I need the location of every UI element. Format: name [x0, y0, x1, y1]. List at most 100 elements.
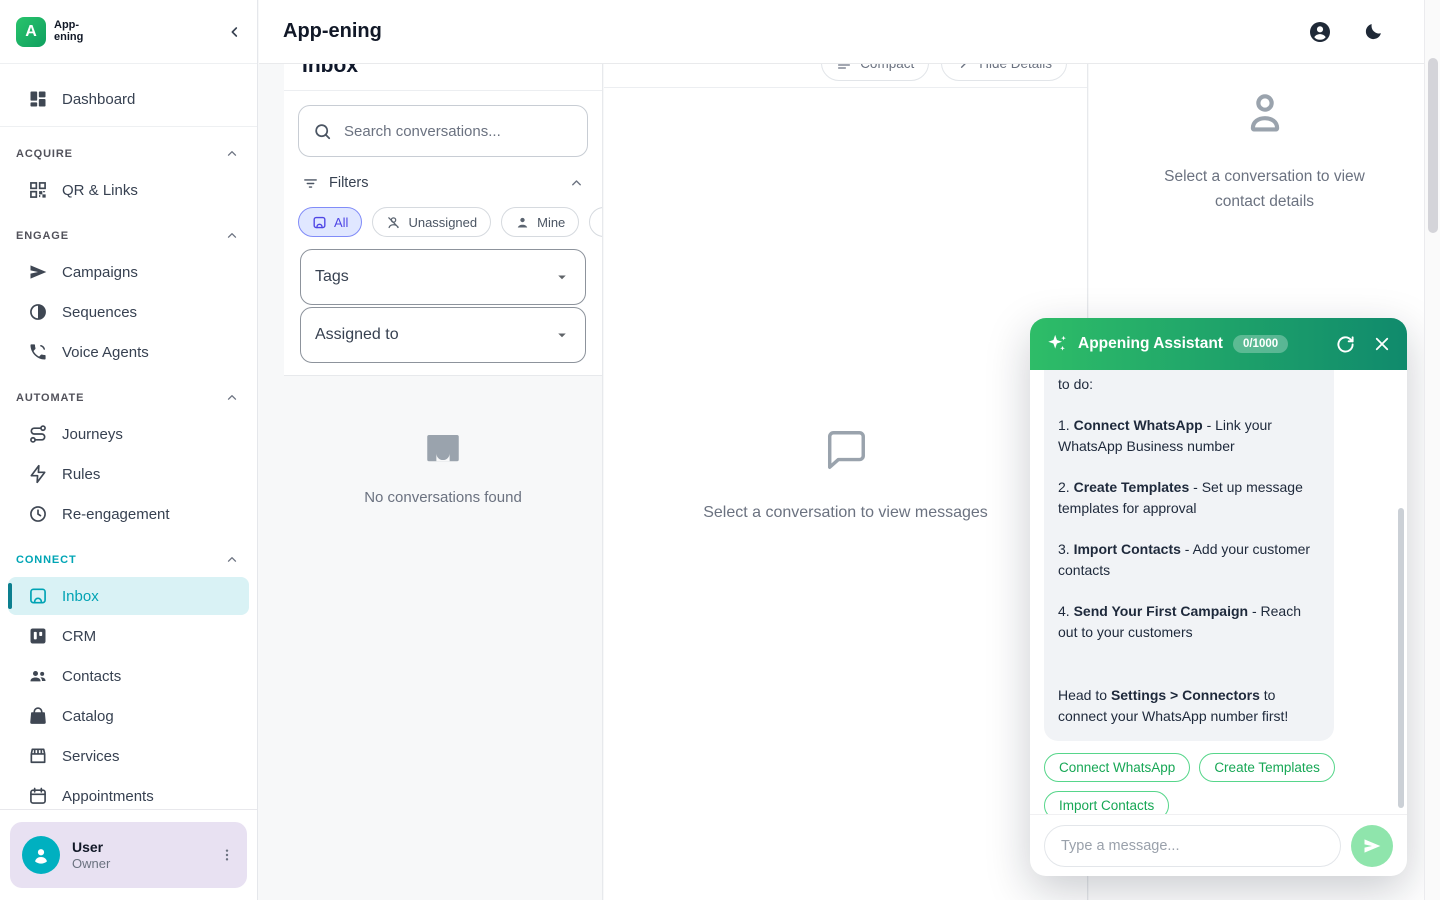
conversations-empty-text: No conversations found	[364, 489, 522, 506]
contact-person-icon	[1240, 88, 1290, 143]
messages-toolbar: Compact Hide Details	[604, 64, 1087, 81]
shopping-bag-icon	[28, 706, 48, 726]
topbar: App-ening	[259, 0, 1440, 64]
compact-button[interactable]: Compact	[821, 64, 929, 81]
messages-empty-state: Select a conversation to view messages	[604, 88, 1087, 900]
chevron-up-icon	[225, 553, 239, 567]
send-message-button[interactable]	[1351, 825, 1393, 867]
assistant-char-counter: 0/1000	[1233, 335, 1288, 353]
dark-mode-toggle[interactable]	[1362, 21, 1384, 43]
sidebar-section-connect[interactable]: CONNECT	[0, 545, 257, 575]
app-wordmark: App- ening	[54, 20, 83, 43]
sidebar-item-crm[interactable]: CRM	[0, 617, 257, 655]
app-screen: A App- ening Dashboard ACQUIRE QR & Link…	[0, 0, 1440, 900]
route-icon	[28, 424, 48, 444]
messages-empty-text: Select a conversation to view messages	[703, 504, 988, 522]
assistant-input-bar	[1030, 814, 1407, 876]
conversations-empty-state: No conversations found	[284, 376, 602, 900]
send-icon	[28, 262, 48, 282]
account-button[interactable]	[1308, 20, 1332, 44]
chat-bubble-icon	[823, 427, 869, 478]
sidebar-item-rules[interactable]: Rules	[0, 455, 257, 493]
filter-chips-row: All Unassigned Mine Unread	[284, 207, 602, 237]
sidebar-item-qr-links[interactable]: QR & Links	[0, 171, 257, 209]
user-card[interactable]: User Owner	[10, 822, 247, 888]
inbox-icon	[28, 586, 48, 606]
dashboard-icon	[28, 89, 48, 109]
tags-select[interactable]: Tags	[300, 249, 586, 305]
sidebar-item-label: Journeys	[62, 426, 123, 443]
sidebar-item-services[interactable]: Services	[0, 737, 257, 775]
hide-details-button[interactable]: Hide Details	[941, 64, 1067, 81]
action-create-templates[interactable]: Create Templates	[1199, 753, 1335, 782]
refresh-button[interactable]	[1336, 335, 1355, 354]
filter-chip-mine[interactable]: Mine	[501, 207, 579, 237]
sidebar-item-appointments[interactable]: Appointments	[0, 777, 257, 809]
sidebar-section-engage[interactable]: ENGAGE	[0, 221, 257, 251]
sidebar-item-journeys[interactable]: Journeys	[0, 415, 257, 453]
filter-icon	[302, 175, 319, 192]
storefront-icon	[28, 746, 48, 766]
list-icon	[836, 64, 852, 71]
chat-scrollbar-thumb[interactable]	[1398, 508, 1404, 808]
message-step-4: 4. Send Your First Campaign - Reach out …	[1058, 601, 1320, 643]
app-logo-icon: A	[16, 17, 46, 47]
page-scrollbar-thumb[interactable]	[1428, 58, 1438, 233]
sidebar-item-dashboard[interactable]: Dashboard	[0, 80, 257, 118]
sidebar-item-voice-agents[interactable]: Voice Agents	[0, 333, 257, 371]
message-step-3: 3. Import Contacts - Add your customer c…	[1058, 539, 1320, 581]
bolt-icon	[28, 464, 48, 484]
page-scrollbar[interactable]	[1424, 0, 1440, 900]
sidebar-item-sequences[interactable]: Sequences	[0, 293, 257, 331]
sidebar-section-acquire[interactable]: ACQUIRE	[0, 139, 257, 169]
sidebar-item-campaigns[interactable]: Campaigns	[0, 253, 257, 291]
assistant-widget: Appening Assistant 0/1000 to do: 1. Conn…	[1030, 318, 1407, 876]
filters-label: Filters	[329, 175, 368, 191]
sidebar-item-label: Appointments	[62, 788, 154, 805]
assigned-to-select[interactable]: Assigned to	[300, 307, 586, 363]
inbox-title: Inbox	[302, 64, 584, 80]
chevron-up-icon	[225, 147, 239, 161]
filter-chip-all[interactable]: All	[298, 207, 362, 237]
sidebar-item-label: Re-engagement	[62, 506, 170, 523]
inbox-icon	[312, 215, 327, 230]
chat-message-input[interactable]	[1044, 825, 1341, 867]
sidebar-item-catalog[interactable]: Catalog	[0, 697, 257, 735]
contact-empty-line2: contact details	[1164, 190, 1365, 215]
user-meta: User Owner	[72, 839, 110, 871]
chip-label: All	[334, 215, 348, 230]
messages-panel: Compact Hide Details Select a conversati…	[604, 64, 1088, 900]
contrast-icon	[28, 302, 48, 322]
sidebar-item-label: Campaigns	[62, 264, 138, 281]
inbox-tray-icon	[422, 428, 464, 475]
user-menu-button[interactable]	[219, 847, 235, 863]
sidebar-item-label: Rules	[62, 466, 100, 483]
user-avatar	[22, 836, 60, 874]
sidebar-section-automate[interactable]: AUTOMATE	[0, 383, 257, 413]
dots-vertical-icon	[219, 847, 235, 863]
search-input[interactable]	[344, 123, 573, 140]
assistant-messages[interactable]: to do: 1. Connect WhatsApp - Link your W…	[1030, 370, 1407, 814]
action-connect-whatsapp[interactable]: Connect WhatsApp	[1044, 753, 1190, 782]
assistant-header: Appening Assistant 0/1000	[1030, 318, 1407, 370]
filter-chip-unread[interactable]: Unread	[589, 207, 602, 237]
person-icon	[30, 844, 52, 866]
caret-down-icon	[553, 326, 571, 344]
sidebar-collapse-button[interactable]	[227, 24, 243, 40]
filter-chip-unassigned[interactable]: Unassigned	[372, 207, 491, 237]
filters-toggle[interactable]: Filters	[284, 169, 602, 197]
sidebar-divider	[0, 126, 257, 127]
message-intro: to do:	[1058, 374, 1320, 395]
user-role: Owner	[72, 856, 110, 871]
sidebar-item-inbox[interactable]: Inbox	[8, 577, 249, 615]
sidebar-item-label: Inbox	[62, 588, 99, 605]
account-circle-icon	[1308, 20, 1332, 44]
action-import-contacts[interactable]: Import Contacts	[1044, 791, 1169, 814]
sidebar-item-contacts[interactable]: Contacts	[0, 657, 257, 695]
compact-label: Compact	[860, 64, 914, 71]
sidebar-item-re-engagement[interactable]: Re-engagement	[0, 495, 257, 533]
close-button[interactable]	[1373, 335, 1391, 353]
sidebar-item-label: Dashboard	[62, 91, 135, 108]
qr-code-icon	[28, 180, 48, 200]
user-name: User	[72, 839, 110, 855]
